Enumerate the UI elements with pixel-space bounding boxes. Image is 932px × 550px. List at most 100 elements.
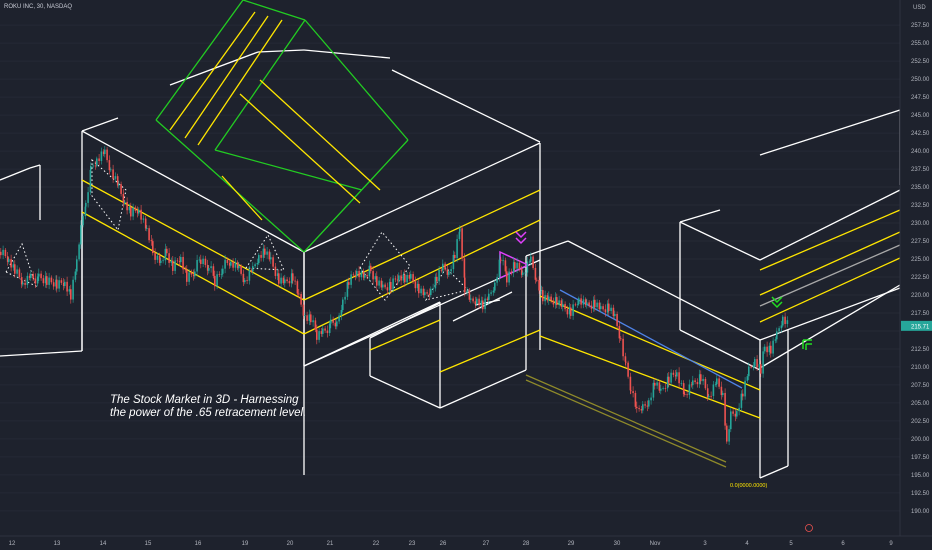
candle-body <box>574 304 577 306</box>
candle-body <box>762 351 764 374</box>
candle-body <box>682 383 685 395</box>
candle-body <box>4 249 7 257</box>
candle-body <box>526 261 529 273</box>
candle-body <box>514 262 516 269</box>
candle-body <box>694 380 696 383</box>
overlay-line <box>0 167 31 181</box>
candle-body <box>766 346 768 353</box>
candle-body <box>210 266 212 269</box>
x-tick-label: 22 <box>373 541 380 547</box>
candle-body <box>638 408 640 410</box>
candle-body <box>372 271 374 280</box>
candle-body <box>406 274 408 283</box>
candle-body <box>536 279 538 281</box>
candle-body <box>310 314 312 323</box>
candle-body <box>336 321 338 327</box>
candle-body <box>420 288 422 294</box>
candle-body <box>196 260 198 272</box>
candle-body <box>620 338 622 340</box>
dotted-pattern <box>359 231 411 301</box>
candle-body <box>478 298 480 306</box>
time-axis-bg <box>0 536 900 550</box>
candle-body <box>286 279 288 282</box>
candle-body <box>280 277 282 284</box>
y-tick-label: 200.00 <box>911 437 930 443</box>
candle-body <box>352 274 355 276</box>
candle-body <box>356 270 358 277</box>
candle-body <box>486 298 489 300</box>
overlay-line <box>369 319 441 351</box>
candle-body <box>750 366 752 368</box>
candle-body <box>676 372 678 377</box>
candle-body <box>254 264 256 267</box>
candle-body <box>390 282 392 290</box>
candle-body <box>510 271 513 273</box>
candle-body <box>758 364 761 368</box>
y-tick-label: 202.50 <box>911 419 930 425</box>
candle-body <box>364 274 366 278</box>
candle-body <box>52 282 55 287</box>
candle-body <box>2 249 4 256</box>
x-tick-label: 28 <box>523 541 530 547</box>
x-tick-label: 30 <box>614 541 621 547</box>
overlay-line <box>197 19 283 146</box>
candle-body <box>168 253 170 263</box>
candle-body <box>56 279 58 289</box>
candle-body <box>376 276 378 286</box>
y-tick-label: 237.50 <box>911 167 930 173</box>
candle-body <box>440 269 443 271</box>
overlay-line <box>567 240 761 341</box>
candle-body <box>748 366 750 377</box>
fib-label: 0.0(0000.0000) <box>730 483 767 489</box>
y-tick-label: 205.00 <box>911 401 930 407</box>
y-tick-label: 207.50 <box>911 383 930 389</box>
overlay-line <box>81 130 305 253</box>
candle-body <box>152 241 154 254</box>
candle-body <box>208 268 210 271</box>
candle-body <box>482 300 484 310</box>
candle-body <box>700 374 702 382</box>
candle-body <box>116 176 119 186</box>
candle-body <box>90 165 92 170</box>
overlay-line <box>759 257 901 323</box>
y-tick-label: 217.50 <box>911 311 930 317</box>
candle-body <box>34 278 37 284</box>
candle-body <box>672 372 675 375</box>
candle-body <box>786 320 789 324</box>
candle-body <box>468 290 471 300</box>
overlay-line <box>391 69 541 143</box>
overlay-line <box>29 164 41 169</box>
candle-body <box>46 276 48 285</box>
candle-body <box>164 248 167 261</box>
candle-body <box>438 269 440 282</box>
candle-body <box>26 275 29 285</box>
y-tick-label: 225.00 <box>911 257 930 263</box>
candle-body <box>36 276 39 284</box>
candle-body <box>82 216 84 226</box>
candle-body <box>252 266 254 272</box>
candle-body <box>370 265 372 272</box>
overlay-line <box>303 189 541 301</box>
candle-body <box>368 265 371 277</box>
candle-body <box>736 411 738 417</box>
candle-body <box>448 271 450 275</box>
candle-body <box>38 273 40 277</box>
candle-body <box>706 388 709 398</box>
candle-body <box>314 320 317 330</box>
y-tick-label: 227.50 <box>911 239 930 245</box>
candle-body <box>186 269 188 282</box>
candle-body <box>598 302 601 310</box>
candle-body <box>484 298 486 310</box>
candle-body <box>80 225 82 245</box>
candle-body <box>480 300 483 306</box>
candle-body <box>100 151 103 161</box>
candle-body <box>680 383 683 384</box>
candle-body <box>380 280 383 288</box>
candle-body <box>702 378 704 382</box>
y-tick-label: 235.00 <box>911 185 930 191</box>
candle-body <box>472 298 474 302</box>
overlay-line <box>259 79 381 191</box>
candle-body <box>696 382 699 385</box>
chart-canvas[interactable]: 0.0(0000.0000) USD 190.00 192.50 195.00 197.… <box>0 0 932 550</box>
overlay-line <box>155 0 244 121</box>
